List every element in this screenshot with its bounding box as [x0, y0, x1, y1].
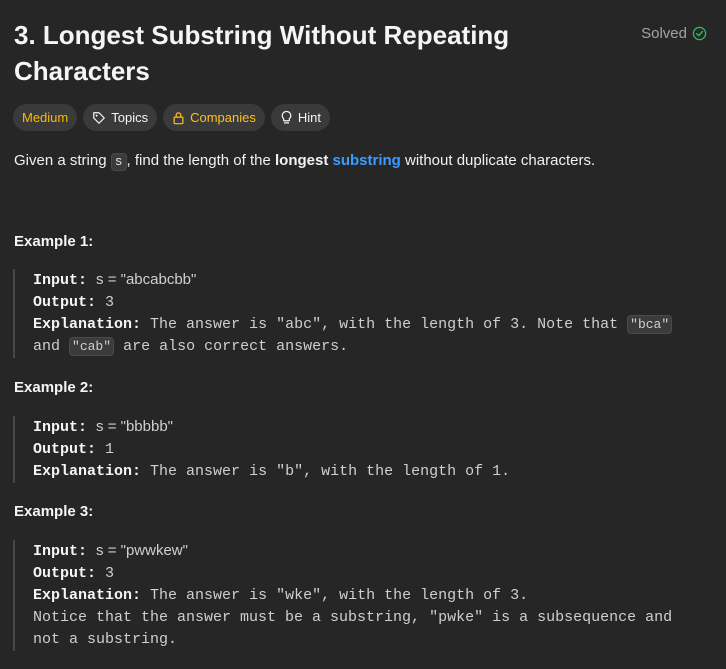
lightbulb-icon	[281, 110, 292, 124]
example-1-heading: Example 1:	[14, 233, 94, 250]
check-circle-icon	[692, 26, 707, 41]
lock-icon	[173, 111, 184, 124]
difficulty-badge: Medium	[13, 104, 78, 131]
hint-button[interactable]: Hint	[270, 104, 330, 131]
and-text: and	[33, 338, 61, 355]
output-label: Output:	[33, 441, 97, 458]
example-3-note-line-2: not a substring.	[33, 631, 178, 648]
output-value: 1	[105, 441, 115, 458]
output-value: 3	[105, 565, 115, 582]
input-label: Input:	[33, 272, 88, 289]
tail-text: are also correct answers.	[123, 338, 349, 355]
problem-description: Given a string s, find the length of the…	[14, 150, 714, 172]
desc-bold: longest	[274, 152, 329, 169]
input-value: s = "abcabcbb"	[96, 271, 197, 288]
desc-variable: s	[110, 153, 127, 171]
input-label: Input:	[33, 419, 88, 436]
output-value: 3	[105, 294, 115, 311]
example-3-heading: Example 3:	[14, 503, 94, 520]
tag-row: Medium Topics Companies Hint	[13, 104, 330, 131]
example-2-input: Input: s = "bbbbb"	[33, 416, 713, 439]
input-value: s = "pwwkew"	[96, 542, 188, 559]
example-2-block: Input: s = "bbbbb" Output: 1 Explanation…	[13, 416, 713, 483]
output-label: Output:	[33, 565, 97, 582]
example-3-explanation: Explanation: The answer is "wke", with t…	[33, 585, 713, 607]
tag-icon	[93, 111, 106, 124]
example-3-input: Input: s = "pwwkew"	[33, 540, 713, 563]
input-label: Input:	[33, 543, 88, 560]
example-2-output: Output: 1	[33, 439, 713, 461]
explanation-text: The answer is "abc", with the length of …	[150, 316, 619, 333]
example-2-explanation: Explanation: The answer is "b", with the…	[33, 461, 713, 483]
difficulty-label: Medium	[22, 110, 69, 125]
input-value: s = "bbbbb"	[96, 418, 173, 435]
example-1-block: Input: s = "abcabcbb" Output: 3 Explanat…	[13, 269, 713, 358]
example-3-output: Output: 3	[33, 563, 713, 585]
output-label: Output:	[33, 294, 97, 311]
problem-title: 3. Longest Substring Without Repeating C…	[14, 20, 510, 86]
hint-label: Hint	[297, 110, 321, 125]
explanation-label: Explanation:	[33, 587, 142, 604]
explanation-text: The answer is "wke", with the length of …	[150, 587, 529, 604]
example-2-heading: Example 2:	[14, 379, 94, 396]
explanation-label: Explanation:	[33, 316, 142, 333]
companies-label: Companies	[190, 110, 256, 125]
solved-status: Solved	[641, 25, 707, 42]
example-1-explanation-cont: and "cab" are also correct answers.	[33, 336, 713, 358]
explanation-text: The answer is "b", with the length of 1.	[150, 463, 511, 480]
desc-suffix: without duplicate characters.	[400, 152, 596, 169]
desc-mid: , find the length of the	[126, 152, 275, 169]
example-1-explanation: Explanation: The answer is "abc", with t…	[33, 314, 713, 336]
example-3-block: Input: s = "pwwkew" Output: 3 Explanatio…	[13, 540, 713, 651]
example-3-note-line-1: Notice that the answer must be a substri…	[33, 609, 673, 626]
code-chip-bca: "bca"	[627, 315, 673, 334]
desc-prefix: Given a string	[14, 152, 111, 169]
topics-label: Topics	[111, 110, 149, 125]
substring-link[interactable]: substring	[333, 152, 401, 169]
topics-button[interactable]: Topics	[83, 104, 158, 131]
code-chip-cab: "cab"	[69, 337, 115, 356]
explanation-label: Explanation:	[33, 463, 142, 480]
example-1-input: Input: s = "abcabcbb"	[33, 269, 713, 292]
companies-button[interactable]: Companies	[163, 104, 265, 131]
solved-label: Solved	[641, 25, 687, 42]
example-1-output: Output: 3	[33, 292, 713, 314]
